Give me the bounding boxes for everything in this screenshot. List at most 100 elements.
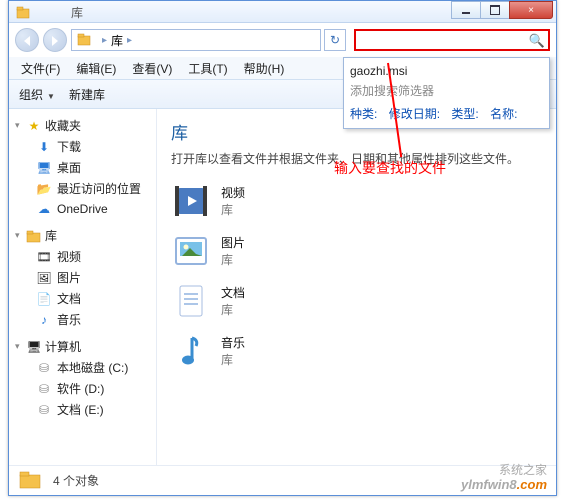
chevron-down-icon: ▾ [15, 341, 25, 352]
filter-name[interactable]: 名称: [490, 107, 517, 121]
tree-item-downloads[interactable]: ⬇下载 [35, 136, 156, 157]
tree-item-documents[interactable]: 📄文档 [35, 288, 156, 309]
tree-header-favorites[interactable]: ▾ ★ 收藏夹 [9, 115, 156, 136]
tree-item-recent[interactable]: 📂最近访问的位置 [35, 178, 156, 199]
tree-item-label: 图片 [57, 269, 81, 286]
tree-item-drive-c[interactable]: ⛁本地磁盘 (C:) [35, 357, 156, 378]
tree-item-label: 视频 [57, 248, 81, 265]
search-suggest-popup: gaozhi.msi 添加搜索筛选器 种类: 修改日期: 类型: 名称: [343, 57, 550, 129]
maximize-button[interactable] [480, 1, 510, 19]
watermark-text: 系统之家 [499, 461, 547, 478]
tree-item-label: 文档 [57, 290, 81, 307]
explorer-window: 库 × ▸ 库 ▸ ↻ 🔍 文件(F) 编辑(E) 查看(V) 工具(T) 帮助… [8, 0, 557, 496]
tree-label: 收藏夹 [45, 117, 81, 134]
filter-type[interactable]: 类型: [451, 107, 478, 121]
breadcrumb-arrow: ▸ [123, 35, 136, 46]
picture-icon: 🖼 [35, 270, 53, 286]
tree-item-desktop[interactable]: 🖥桌面 [35, 157, 156, 178]
libraries-icon [25, 228, 43, 244]
item-sub: 库 [221, 201, 245, 218]
tree-item-label: 下载 [57, 138, 81, 155]
item-name: 图片 [221, 234, 245, 251]
library-item-documents[interactable]: 文档库 [171, 281, 542, 321]
tree-item-label: 软件 (D:) [57, 380, 104, 397]
item-name: 视频 [221, 184, 245, 201]
breadcrumb-arrow: ▸ [98, 35, 111, 46]
wm-a: ylmfwin8 [461, 477, 517, 492]
filter-kind[interactable]: 种类: [350, 107, 377, 121]
drive-icon: ⛁ [35, 402, 53, 418]
window-controls: × [452, 1, 553, 19]
tree-item-label: 桌面 [57, 159, 81, 176]
tree-item-pictures[interactable]: 🖼图片 [35, 267, 156, 288]
tree-item-onedrive[interactable]: ☁ OneDrive [35, 199, 156, 219]
back-button[interactable] [15, 28, 39, 52]
organize-button[interactable]: 组织▼ [19, 86, 55, 103]
tree-item-label: 最近访问的位置 [57, 180, 141, 197]
music-icon: ♪ [35, 312, 53, 328]
item-sub: 库 [221, 301, 245, 318]
address-bar[interactable]: ▸ 库 ▸ [71, 29, 321, 51]
cloud-icon: ☁ [35, 201, 53, 217]
content-pane[interactable]: 库 打开库以查看文件并根据文件夹、日期和其他属性排列这些文件。 视频库 图片库 … [157, 109, 556, 465]
organize-label: 组织 [19, 88, 43, 102]
tree-label: 库 [45, 227, 57, 244]
library-item-music[interactable]: 音乐库 [171, 331, 542, 371]
watermark-url: ylmfwin8.com [461, 477, 547, 492]
download-icon: ⬇ [35, 139, 53, 155]
picture-icon [171, 231, 211, 271]
music-icon [171, 331, 211, 371]
drive-icon: ⛁ [35, 360, 53, 376]
document-icon [171, 281, 211, 321]
address-icon [76, 31, 94, 49]
tree-item-videos[interactable]: 🎞视频 [35, 246, 156, 267]
navigation-row: ▸ 库 ▸ ↻ 🔍 [9, 23, 556, 57]
newlib-button[interactable]: 新建库 [69, 86, 105, 103]
chevron-down-icon: ▾ [15, 120, 25, 131]
library-item-videos[interactable]: 视频库 [171, 181, 542, 221]
search-icon: 🔍 [529, 33, 545, 49]
window-title: 库 [71, 4, 83, 21]
item-name: 音乐 [221, 334, 245, 351]
video-icon: 🎞 [35, 249, 53, 265]
tree-libraries: ▾ 库 🎞视频 🖼图片 📄文档 ♪音乐 [9, 225, 156, 330]
tree-item-drive-e[interactable]: ⛁文档 (E:) [35, 399, 156, 420]
filter-date[interactable]: 修改日期: [389, 107, 440, 121]
search-input[interactable]: 🔍 [354, 29, 550, 51]
refresh-button[interactable]: ↻ [324, 29, 346, 51]
menu-tools[interactable]: 工具(T) [182, 58, 233, 79]
drive-icon: ⛁ [35, 381, 53, 397]
suggest-filters: 种类: 修改日期: 类型: 名称: [350, 101, 543, 124]
titlebar[interactable]: 库 × [9, 1, 556, 23]
computer-icon: 🖥 [25, 339, 43, 355]
breadcrumb-item[interactable]: 库 [111, 32, 123, 49]
minimize-button[interactable] [451, 1, 481, 19]
tree-label: 计算机 [45, 338, 81, 355]
forward-button[interactable] [43, 28, 67, 52]
suggest-typed[interactable]: gaozhi.msi [350, 62, 543, 80]
close-button[interactable]: × [509, 1, 553, 19]
chevron-down-icon: ▾ [15, 230, 25, 241]
tree-item-music[interactable]: ♪音乐 [35, 309, 156, 330]
library-item-pictures[interactable]: 图片库 [171, 231, 542, 271]
tree-item-label: OneDrive [57, 202, 108, 216]
page-description: 打开库以查看文件并根据文件夹、日期和其他属性排列这些文件。 [171, 150, 542, 167]
close-icon: × [528, 5, 534, 16]
menu-help[interactable]: 帮助(H) [238, 58, 291, 79]
body: ▾ ★ 收藏夹 ⬇下载 🖥桌面 📂最近访问的位置 ☁OneDrive ▾ 库 [9, 109, 556, 465]
tree-favorites: ▾ ★ 收藏夹 ⬇下载 🖥桌面 📂最近访问的位置 ☁ OneDrive [9, 115, 156, 219]
tree-header-libraries[interactable]: ▾ 库 [9, 225, 156, 246]
item-sub: 库 [221, 251, 245, 268]
menu-file[interactable]: 文件(F) [15, 58, 66, 79]
menu-view[interactable]: 查看(V) [126, 58, 178, 79]
status-icon [17, 468, 45, 493]
tree-item-label: 文档 (E:) [57, 401, 104, 418]
item-name: 文档 [221, 284, 245, 301]
nav-pane[interactable]: ▾ ★ 收藏夹 ⬇下载 🖥桌面 📂最近访问的位置 ☁OneDrive ▾ 库 [9, 109, 157, 465]
tree-item-drive-d[interactable]: ⛁软件 (D:) [35, 378, 156, 399]
suggest-hint: 添加搜索筛选器 [350, 80, 543, 101]
desktop-icon: 🖥 [35, 160, 53, 176]
wm-b: .com [517, 477, 547, 492]
menu-edit[interactable]: 编辑(E) [70, 58, 122, 79]
tree-header-computer[interactable]: ▾ 🖥 计算机 [9, 336, 156, 357]
